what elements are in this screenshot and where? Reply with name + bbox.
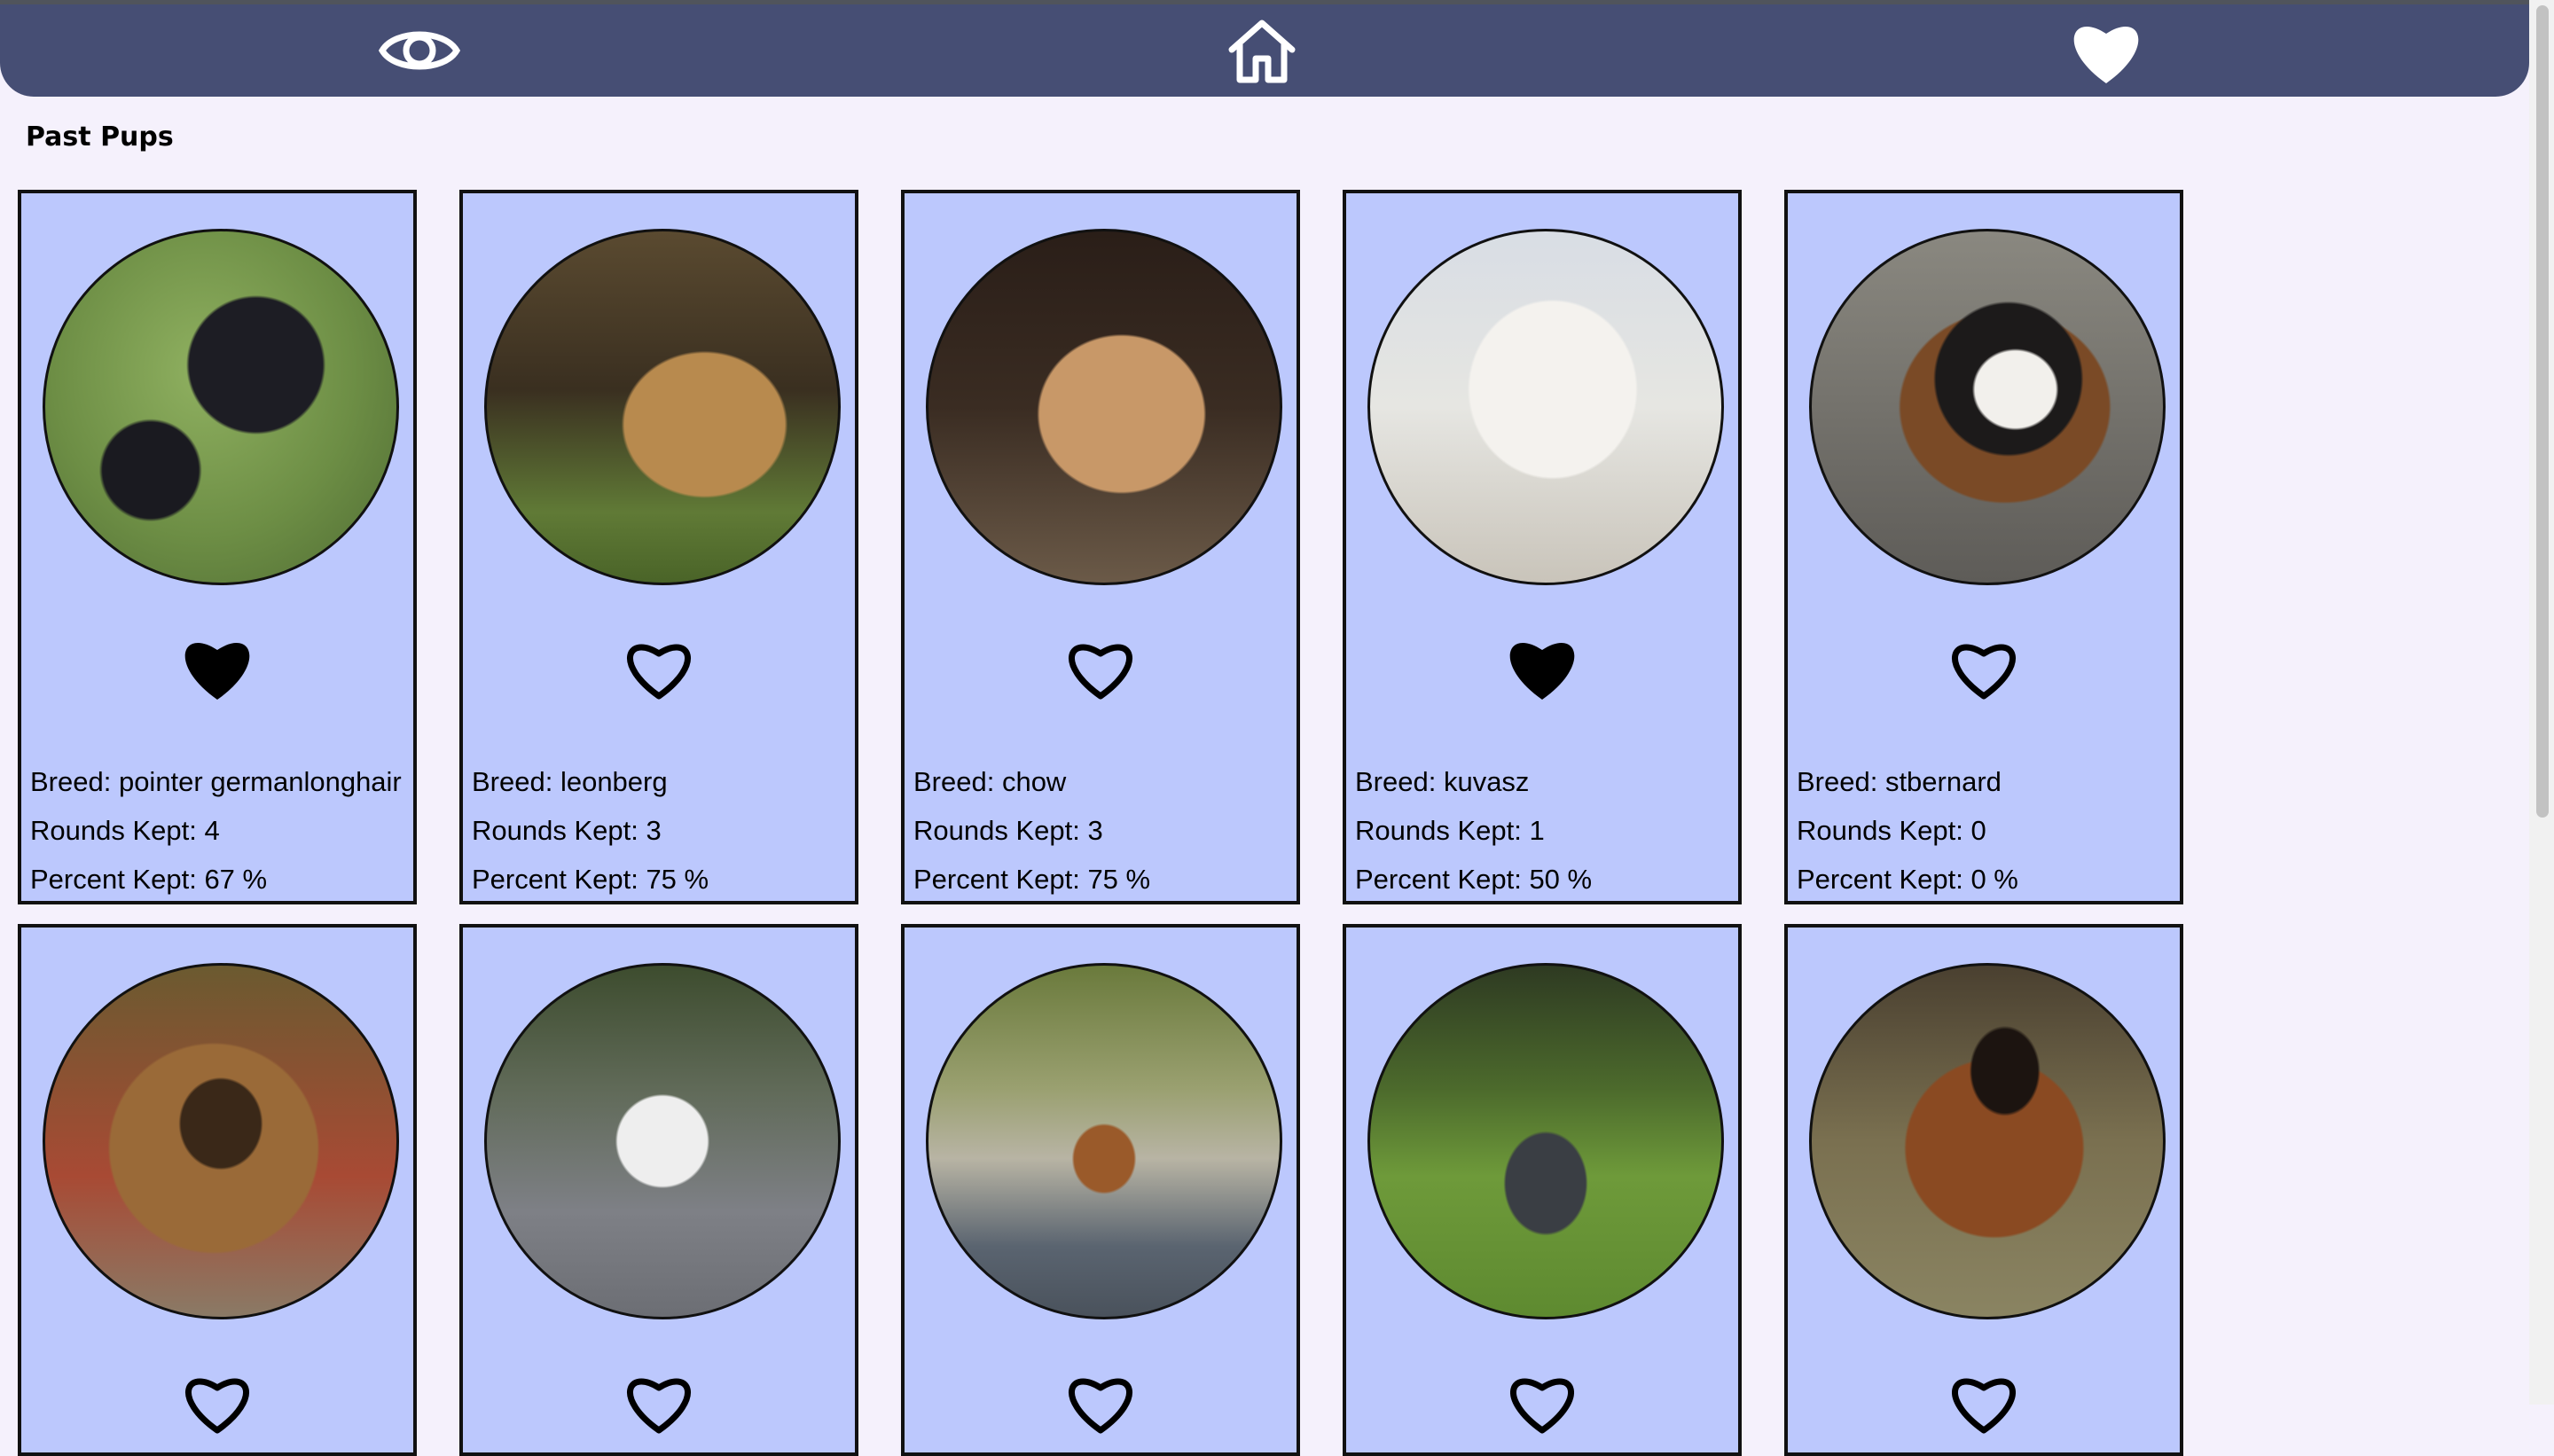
dog-photo [1367,229,1724,585]
pup-card [1343,924,1742,1456]
favorite-heart-icon[interactable] [621,632,697,703]
page-scrollbar[interactable] [2529,0,2554,1405]
dog-photo [926,229,1282,585]
rounds-kept-label: Rounds Kept: 3 [472,815,662,846]
favorite-heart-icon[interactable] [179,1366,255,1437]
heart-icon [2073,26,2139,83]
breed-label: Breed: pointer germanlonghair [30,766,402,797]
pup-info: Breed: leonberg Rounds Kept: 3 Percent K… [472,765,846,896]
pup-card [18,924,417,1456]
percent-kept-label: Percent Kept: 75 % [913,864,1151,895]
page-title: Past Pups [26,121,174,153]
favorite-heart-icon[interactable] [1062,1366,1139,1437]
pup-card [459,924,858,1456]
seen-nav-button[interactable] [357,4,482,97]
dog-photo [1809,229,2166,585]
pup-card: Breed: kuvasz Rounds Kept: 1 Percent Kep… [1343,190,1742,904]
rounds-kept-label: Rounds Kept: 3 [913,815,1103,846]
home-icon [1228,20,1296,83]
percent-kept-label: Percent Kept: 50 % [1355,864,1593,895]
pup-info: Breed: pointer germanlonghair Rounds Kep… [30,765,404,896]
rounds-kept-label: Rounds Kept: 4 [30,815,220,846]
dog-photo [1367,963,1724,1319]
pup-info: Breed: kuvasz Rounds Kept: 1 Percent Kep… [1355,765,1729,896]
dog-photo [484,963,841,1319]
breed-label: Breed: stbernard [1797,766,2002,797]
dog-photo [484,229,841,585]
dog-photo [926,963,1282,1319]
breed-label: Breed: chow [913,766,1067,797]
percent-kept-label: Percent Kept: 67 % [30,864,268,895]
favorite-heart-icon[interactable] [1504,1366,1580,1437]
pup-card: Breed: pointer germanlonghair Rounds Kep… [18,190,417,904]
breed-label: Breed: leonberg [472,766,668,797]
eye-icon [379,31,460,70]
pup-card: Breed: stbernard Rounds Kept: 0 Percent … [1784,190,2183,904]
home-nav-button[interactable] [1200,4,1324,97]
percent-kept-label: Percent Kept: 75 % [472,864,709,895]
favorite-heart-icon[interactable] [179,632,255,703]
dog-photo [43,963,399,1319]
dog-photo [43,229,399,585]
percent-kept-label: Percent Kept: 0 % [1797,864,2018,895]
favorite-heart-icon[interactable] [1946,1366,2022,1437]
rounds-kept-label: Rounds Kept: 1 [1355,815,1545,846]
pup-info: Breed: stbernard Rounds Kept: 0 Percent … [1797,765,2171,896]
favorites-nav-button[interactable] [2044,4,2168,97]
dog-photo [1809,963,2166,1319]
pup-card: Breed: leonberg Rounds Kept: 3 Percent K… [459,190,858,904]
favorite-heart-icon[interactable] [1062,632,1139,703]
rounds-kept-label: Rounds Kept: 0 [1797,815,1986,846]
pup-card: Breed: chow Rounds Kept: 3 Percent Kept:… [901,190,1300,904]
breed-label: Breed: kuvasz [1355,766,1530,797]
favorite-heart-icon[interactable] [1946,632,2022,703]
pup-card [901,924,1300,1456]
top-navbar [0,4,2529,97]
favorite-heart-icon[interactable] [1504,632,1580,703]
pup-card [1784,924,2183,1456]
pup-info: Breed: chow Rounds Kept: 3 Percent Kept:… [913,765,1288,896]
scrollbar-thumb[interactable] [2536,5,2549,818]
favorite-heart-icon[interactable] [621,1366,697,1437]
